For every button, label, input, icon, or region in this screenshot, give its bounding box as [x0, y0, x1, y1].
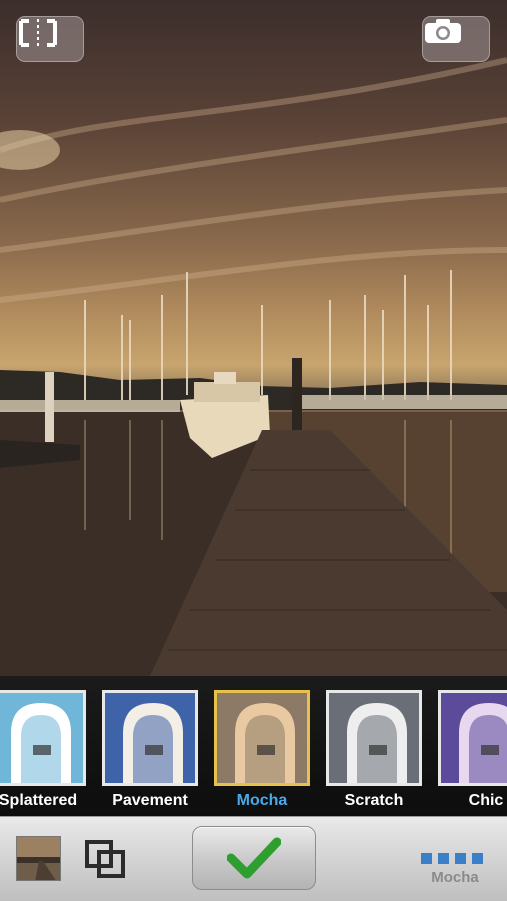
filter-preview-image [0, 693, 83, 783]
current-filter-label: Mocha [431, 869, 479, 886]
camera-icon [425, 19, 461, 43]
filter-label: Chic [468, 792, 504, 809]
filter-preview-image [105, 693, 195, 783]
photo-preview [0, 0, 507, 676]
bottom-toolbar: Mocha [0, 816, 507, 901]
filter-item-chic[interactable]: Chic [438, 690, 507, 814]
checkmark-icon [227, 837, 281, 879]
filter-strip-indicator-icon[interactable] [421, 853, 487, 865]
filter-thumbnail[interactable] [438, 690, 507, 786]
filter-preview-image [217, 693, 307, 783]
filter-label: Splattered [0, 792, 78, 809]
filter-label: Pavement [112, 792, 188, 809]
filter-thumbnail[interactable] [214, 690, 310, 786]
filter-preview-image [329, 693, 419, 783]
indicator-dot [472, 853, 483, 864]
photo-thumbnail-button[interactable] [16, 836, 61, 881]
filter-thumbnail[interactable] [326, 690, 422, 786]
indicator-dot [438, 853, 449, 864]
filter-label: Scratch [344, 792, 404, 809]
indicator-dot [455, 853, 466, 864]
camera-button[interactable] [422, 16, 490, 62]
filter-thumbnail[interactable] [102, 690, 198, 786]
filter-item-splattered[interactable]: Splattered [0, 690, 86, 814]
layers-icon [85, 840, 125, 878]
filter-item-scratch[interactable]: Scratch [326, 690, 422, 814]
photo-thumbnail-icon [17, 837, 60, 880]
filter-preview-image [441, 693, 507, 783]
filter-strip[interactable]: Splattered Pavement Mocha Scratch Chic [0, 676, 507, 816]
filter-item-pavement[interactable]: Pavement [102, 690, 198, 814]
apply-filter-button[interactable] [192, 826, 316, 890]
filter-thumbnail[interactable] [0, 690, 86, 786]
layers-button[interactable] [84, 839, 126, 879]
filter-item-mocha[interactable]: Mocha [214, 690, 310, 814]
indicator-dot [421, 853, 432, 864]
harbor-photo [0, 57, 507, 676]
compare-toggle-button[interactable] [16, 16, 84, 62]
split-compare-icon [19, 19, 57, 47]
filter-label: Mocha [236, 792, 288, 809]
